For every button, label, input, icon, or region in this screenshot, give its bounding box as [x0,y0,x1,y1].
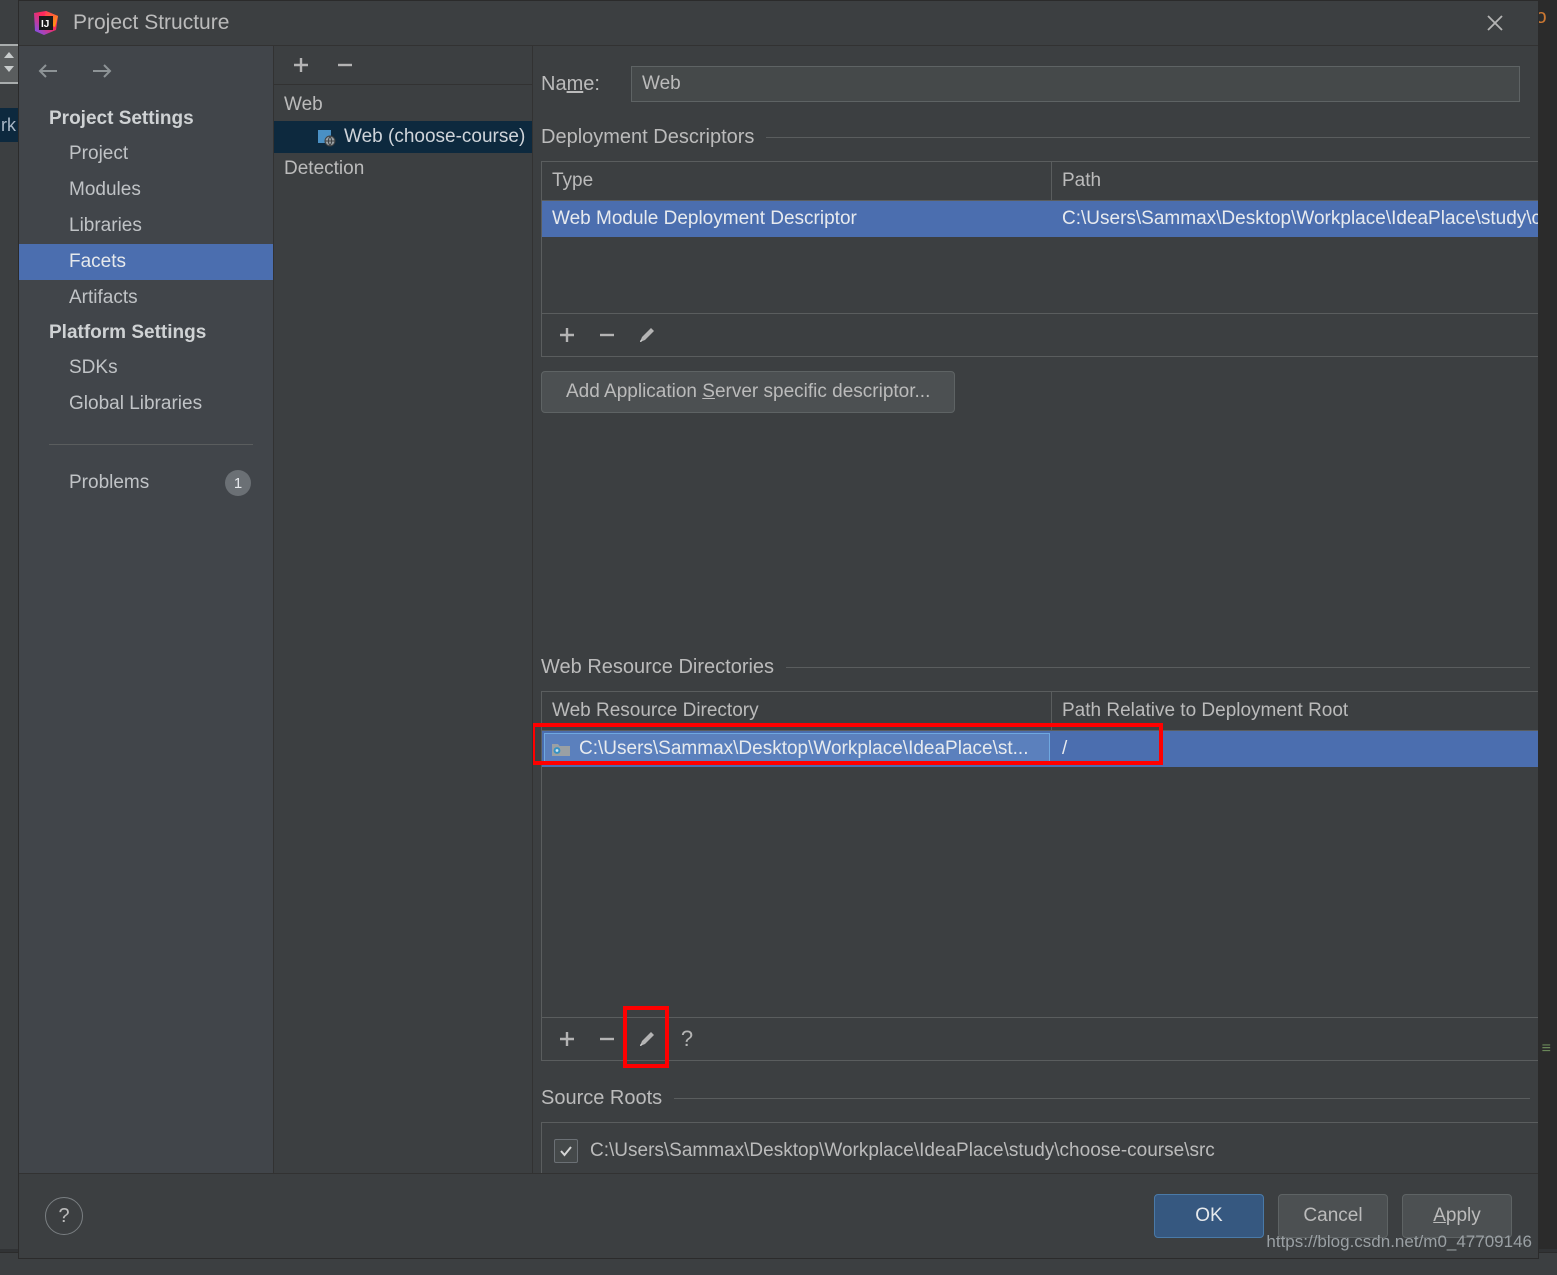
add-application-server-descriptor-button[interactable]: Add Application Server specific descript… [541,371,956,413]
arrow-left-icon[interactable] [35,59,63,83]
tree-node-label: Web (choose-course) [344,126,526,147]
source-roots-table: C:\Users\Sammax\Desktop\Workplace\IdeaPl… [541,1122,1538,1173]
tree-node-label: Detection [284,158,365,179]
tree-node-web-choose-course[interactable]: Web (choose-course) [274,121,532,153]
deployment-descriptors-table: Type Path Web Module Deployment Descript… [541,161,1538,314]
section-title: Deployment Descriptors [541,126,755,148]
facet-tree-toolbar [274,46,532,85]
sidebar-item-modules[interactable]: Modules [19,172,273,208]
help-button[interactable]: ? [45,1197,83,1235]
sidebar-item-global-libraries[interactable]: Global Libraries [19,386,273,422]
source-roots-header: Source Roots [541,1087,1538,1110]
settings-navigation-pane: Project Settings Project Modules Librari… [19,45,274,1173]
cell-web-resource-directory[interactable]: C:\Users\Sammax\Desktop\Workplace\IdeaPl… [542,731,1052,767]
table-header-row: Web Resource Directory Path Relative to … [542,692,1538,731]
tree-node-web-group[interactable]: Web [274,89,532,121]
close-icon[interactable] [1472,7,1518,39]
remove-facet-button[interactable] [334,54,356,76]
add-descriptor-button[interactable] [556,324,578,346]
sidebar-item-sdks[interactable]: SDKs [19,350,273,386]
web-facet-icon [316,127,336,147]
dialog-titlebar: IJ Project Structure [19,1,1538,45]
sidebar-item-facets[interactable]: Facets [19,244,273,280]
section-title: Web Resource Directories [541,656,775,678]
tree-node-detection[interactable]: Detection [274,153,532,185]
table-header-row: Type Path [542,162,1538,201]
column-header-path-relative[interactable]: Path Relative to Deployment Root [1052,692,1538,730]
dialog-body: Project Settings Project Modules Librari… [19,45,1538,1173]
web-resource-directory-editor[interactable]: C:\Users\Sammax\Desktop\Workplace\IdeaPl… [544,733,1050,765]
section-divider [766,137,1530,138]
background-selected-text: rk [0,108,18,142]
sidebar-item-libraries[interactable]: Libraries [19,208,273,244]
sidebar-item-label: Problems [69,472,150,493]
source-root-path: C:\Users\Sammax\Desktop\Workplace\IdeaPl… [590,1140,1215,1161]
dialog-footer: ? OK Cancel Apply https://blog.csdn.net/… [19,1173,1538,1258]
web-resource-directories-section: Web Resource Directories Web Resource Di… [533,656,1538,1068]
section-divider [786,667,1530,668]
cell-descriptor-path: C:\Users\Sammax\Desktop\Workplace\IdeaPl… [1062,208,1538,229]
edit-resource-dir-button[interactable] [623,1006,669,1068]
table-body: Web Module Deployment Descriptor C:\User… [542,201,1538,313]
nav-divider [49,444,253,445]
column-header-path[interactable]: Path [1052,162,1538,200]
web-resource-directories-table: Web Resource Directory Path Relative to … [533,691,1538,1018]
column-header-type[interactable]: Type [542,162,1052,200]
settings-nav-list: Project Settings Project Modules Librari… [19,96,273,1173]
background-left-scrollbar[interactable] [0,0,19,1275]
scrollbar-thumb[interactable] [0,44,18,84]
facet-name-label: Name: [541,72,600,95]
nav-group-project-settings: Project Settings [49,108,194,129]
sidebar-item-problems[interactable]: Problems 1 [19,463,273,503]
cell-path-relative-to-deployment-root[interactable]: / [1052,731,1538,767]
source-root-checkbox[interactable] [554,1139,578,1163]
resource-dir-help-button[interactable]: ? [676,1026,698,1051]
arrow-right-icon[interactable] [87,59,115,83]
section-title: Source Roots [541,1087,663,1109]
facet-name-input[interactable] [631,66,1520,102]
web-resource-directory-value: C:\Users\Sammax\Desktop\Workplace\IdeaPl… [579,738,1029,759]
table-row[interactable]: Web Module Deployment Descriptor C:\User… [542,201,1538,237]
facet-tree-pane: Web Web (choose-course) Detection [274,45,533,1173]
tree-node-label: Web [284,94,323,115]
facet-detail-pane: Name: Deployment Descriptors Type Path [533,45,1538,1173]
intellij-idea-logo-icon: IJ [33,10,59,36]
dialog-title: Project Structure [73,11,230,34]
source-roots-section: Source Roots C:\Users\Sammax\Desktop\Wor… [541,1087,1538,1173]
deployment-descriptors-header: Deployment Descriptors [541,126,1538,149]
ok-button[interactable]: OK [1154,1194,1264,1238]
facet-name-row: Name: [541,66,1520,102]
deployment-descriptors-toolbar [541,314,1538,357]
table-body: C:\Users\Sammax\Desktop\Workplace\IdeaPl… [542,731,1538,1017]
svg-text:IJ: IJ [41,19,49,30]
problems-count-badge: 1 [225,470,251,496]
watermark-text: https://blog.csdn.net/m0_47709146 [1266,1232,1532,1251]
add-facet-button[interactable] [290,54,312,76]
folder-icon [551,740,571,758]
facet-tree-list: Web Web (choose-course) Detection [274,85,532,1173]
deployment-descriptors-section: Deployment Descriptors Type Path Web Mod… [541,126,1538,413]
web-resource-directories-header: Web Resource Directories [541,656,1538,679]
nav-group-platform-settings: Platform Settings [49,322,207,343]
remove-descriptor-button[interactable] [596,324,618,346]
sidebar-item-artifacts[interactable]: Artifacts [19,280,273,316]
remove-resource-dir-button[interactable] [596,1028,618,1050]
project-structure-dialog: IJ Project Structure Project Settings Pr… [18,0,1539,1259]
background-code-marks: ≡ [1541,1040,1553,1057]
nav-history-toolbar [19,46,273,96]
web-resource-directories-toolbar: ? [541,1006,1538,1068]
section-divider [674,1098,1530,1099]
edit-descriptor-button[interactable] [636,324,658,346]
cell-descriptor-type: Web Module Deployment Descriptor [552,208,857,229]
sidebar-item-project[interactable]: Project [19,136,273,172]
table-row[interactable]: C:\Users\Sammax\Desktop\Workplace\IdeaPl… [542,731,1538,767]
column-header-web-resource-directory[interactable]: Web Resource Directory [542,692,1052,730]
add-resource-dir-button[interactable] [556,1028,578,1050]
